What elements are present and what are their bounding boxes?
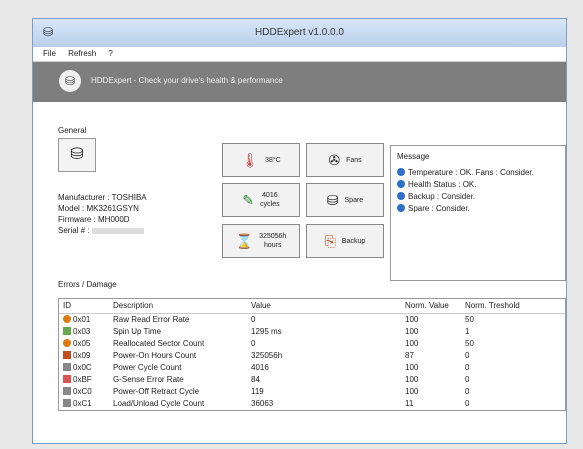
hourglass-icon: ⌛ — [235, 232, 254, 249]
table-row[interactable]: 0x09 Power-On Hours Count 325056h 87 0 — [59, 350, 565, 362]
hourglass-icon — [63, 351, 71, 359]
col-norm-value[interactable]: Norm. Value — [405, 299, 465, 313]
shock-icon — [63, 375, 71, 383]
table-row[interactable]: 0x0C Power Cycle Count 4016 100 0 — [59, 362, 565, 374]
fans-label: Fans — [346, 156, 362, 164]
info-icon — [397, 180, 405, 188]
menu-bar: File Refresh ? — [33, 47, 566, 62]
firmware: Firmware : MH000D — [58, 215, 130, 224]
drive-info: Manufacturer : TOSHIBA Model : MK3261GSY… — [58, 192, 147, 236]
spare-label: Spare — [344, 196, 364, 204]
col-description[interactable]: Description — [113, 299, 251, 313]
message-title: Message — [397, 152, 430, 161]
model: Model : MK3261GSYN — [58, 204, 139, 213]
message-line: Spare : Consider. — [397, 203, 534, 215]
info-icon — [397, 168, 405, 176]
spare-button[interactable]: ⛁ Spare — [306, 183, 384, 217]
fan-icon: ✇ — [328, 151, 341, 168]
thermometer-icon: 🌡 — [241, 151, 260, 168]
header-text: HDDExpert - Check your drive's health & … — [91, 76, 283, 85]
general-label: General — [58, 126, 87, 135]
message-line: Backup : Consider. — [397, 191, 534, 203]
drive-icon: ⛁ — [58, 138, 96, 172]
menu-file[interactable]: File — [43, 47, 56, 61]
table-row[interactable]: 0xC0 Power-Off Retract Cycle 119 100 0 — [59, 386, 565, 398]
serial: Serial # : — [58, 225, 147, 236]
drive-icon — [63, 399, 71, 407]
table-row[interactable]: 0x03 Spin Up Time 1295 ms 100 1 — [59, 326, 565, 338]
hours-tile[interactable]: ⌛ 325056h hours — [222, 224, 300, 258]
errors-label: Errors / Damage — [58, 280, 117, 289]
message-line: Temperature : OK. Fans : Consider. — [397, 167, 534, 179]
cycles-value: 4016 cycles — [260, 192, 280, 208]
table-row[interactable]: 0xC1 Load/Unload Cycle Count 36063 11 0 — [59, 398, 565, 410]
table-header: ID Description Value Norm. Value Norm. T… — [59, 299, 565, 314]
col-value[interactable]: Value — [251, 299, 405, 313]
temperature-tile[interactable]: 🌡 38°C — [222, 143, 300, 177]
info-icon — [397, 204, 405, 212]
temperature-value: 38°C — [265, 156, 281, 164]
col-id[interactable]: ID — [59, 299, 113, 313]
app-header: ⛁ HDDExpert - Check your drive's health … — [33, 62, 566, 102]
message-panel: Message Temperature : OK. Fans : Conside… — [390, 145, 566, 281]
message-list: Temperature : OK. Fans : Consider. Healt… — [397, 167, 534, 215]
backup-icon: ⎘ — [324, 232, 336, 249]
table-row[interactable]: 0xBF G-Sense Error Rate 84 100 0 — [59, 374, 565, 386]
warning-icon — [63, 315, 71, 323]
message-line: Health Status : OK. — [397, 179, 534, 191]
table-row[interactable]: 0x05 Reallocated Sector Count 0 100 50 — [59, 338, 565, 350]
backup-button[interactable]: ⎘ Backup — [306, 224, 384, 258]
backup-label: Backup — [341, 237, 366, 245]
warning-icon — [63, 339, 71, 347]
drive-icon: ⛁ — [326, 191, 339, 208]
fans-button[interactable]: ✇ Fans — [306, 143, 384, 177]
manufacturer: Manufacturer : TOSHIBA — [58, 193, 147, 202]
drive-icon — [63, 363, 71, 371]
pen-icon — [63, 327, 71, 335]
hours-value: 325056h hours — [259, 233, 287, 249]
pen-icon: ✎ — [242, 191, 255, 208]
menu-refresh[interactable]: Refresh — [68, 47, 96, 61]
drive-icon: ⛁ — [59, 70, 81, 92]
smart-table: ID Description Value Norm. Value Norm. T… — [58, 298, 566, 411]
cycles-tile[interactable]: ✎ 4016 cycles — [222, 183, 300, 217]
info-icon — [397, 192, 405, 200]
drive-icon — [63, 387, 71, 395]
table-row[interactable]: 0x01 Raw Read Error Rate 0 100 50 — [59, 314, 565, 326]
menu-help[interactable]: ? — [108, 47, 112, 61]
title-bar[interactable]: ⛁ HDDExpert v1.0.0.0 — [33, 19, 566, 47]
window-title: HDDExpert v1.0.0.0 — [255, 27, 344, 38]
col-norm-threshold[interactable]: Norm. Treshold — [465, 299, 561, 313]
